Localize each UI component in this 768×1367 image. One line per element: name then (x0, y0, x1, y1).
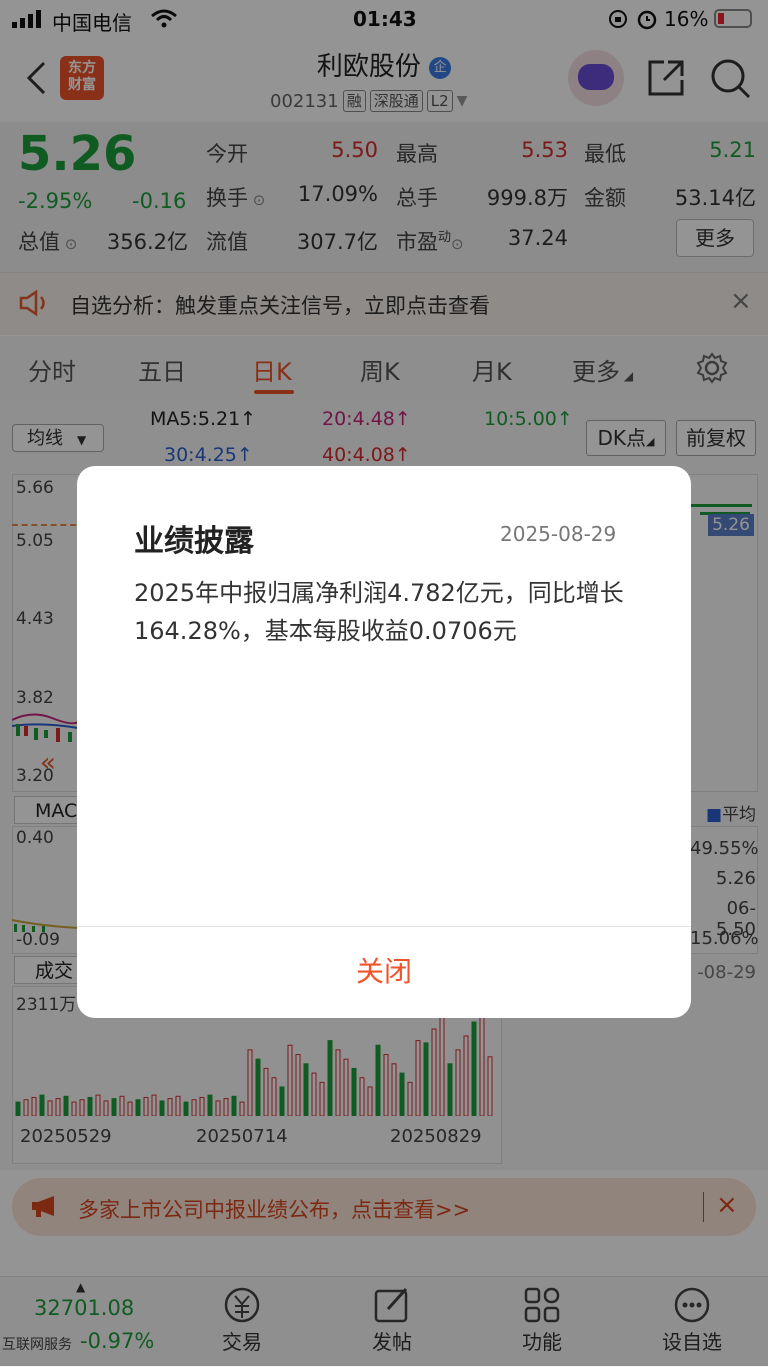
dialog-body: 2025年中报归属净利润4.782亿元，同比增长164.28%，基本每股收益0.… (134, 579, 624, 645)
dialog-close-button[interactable]: 关闭 (77, 926, 691, 1018)
dialog-date: 2025-08-29 (500, 522, 617, 546)
dialog-title: 业绩披露 (134, 524, 254, 559)
